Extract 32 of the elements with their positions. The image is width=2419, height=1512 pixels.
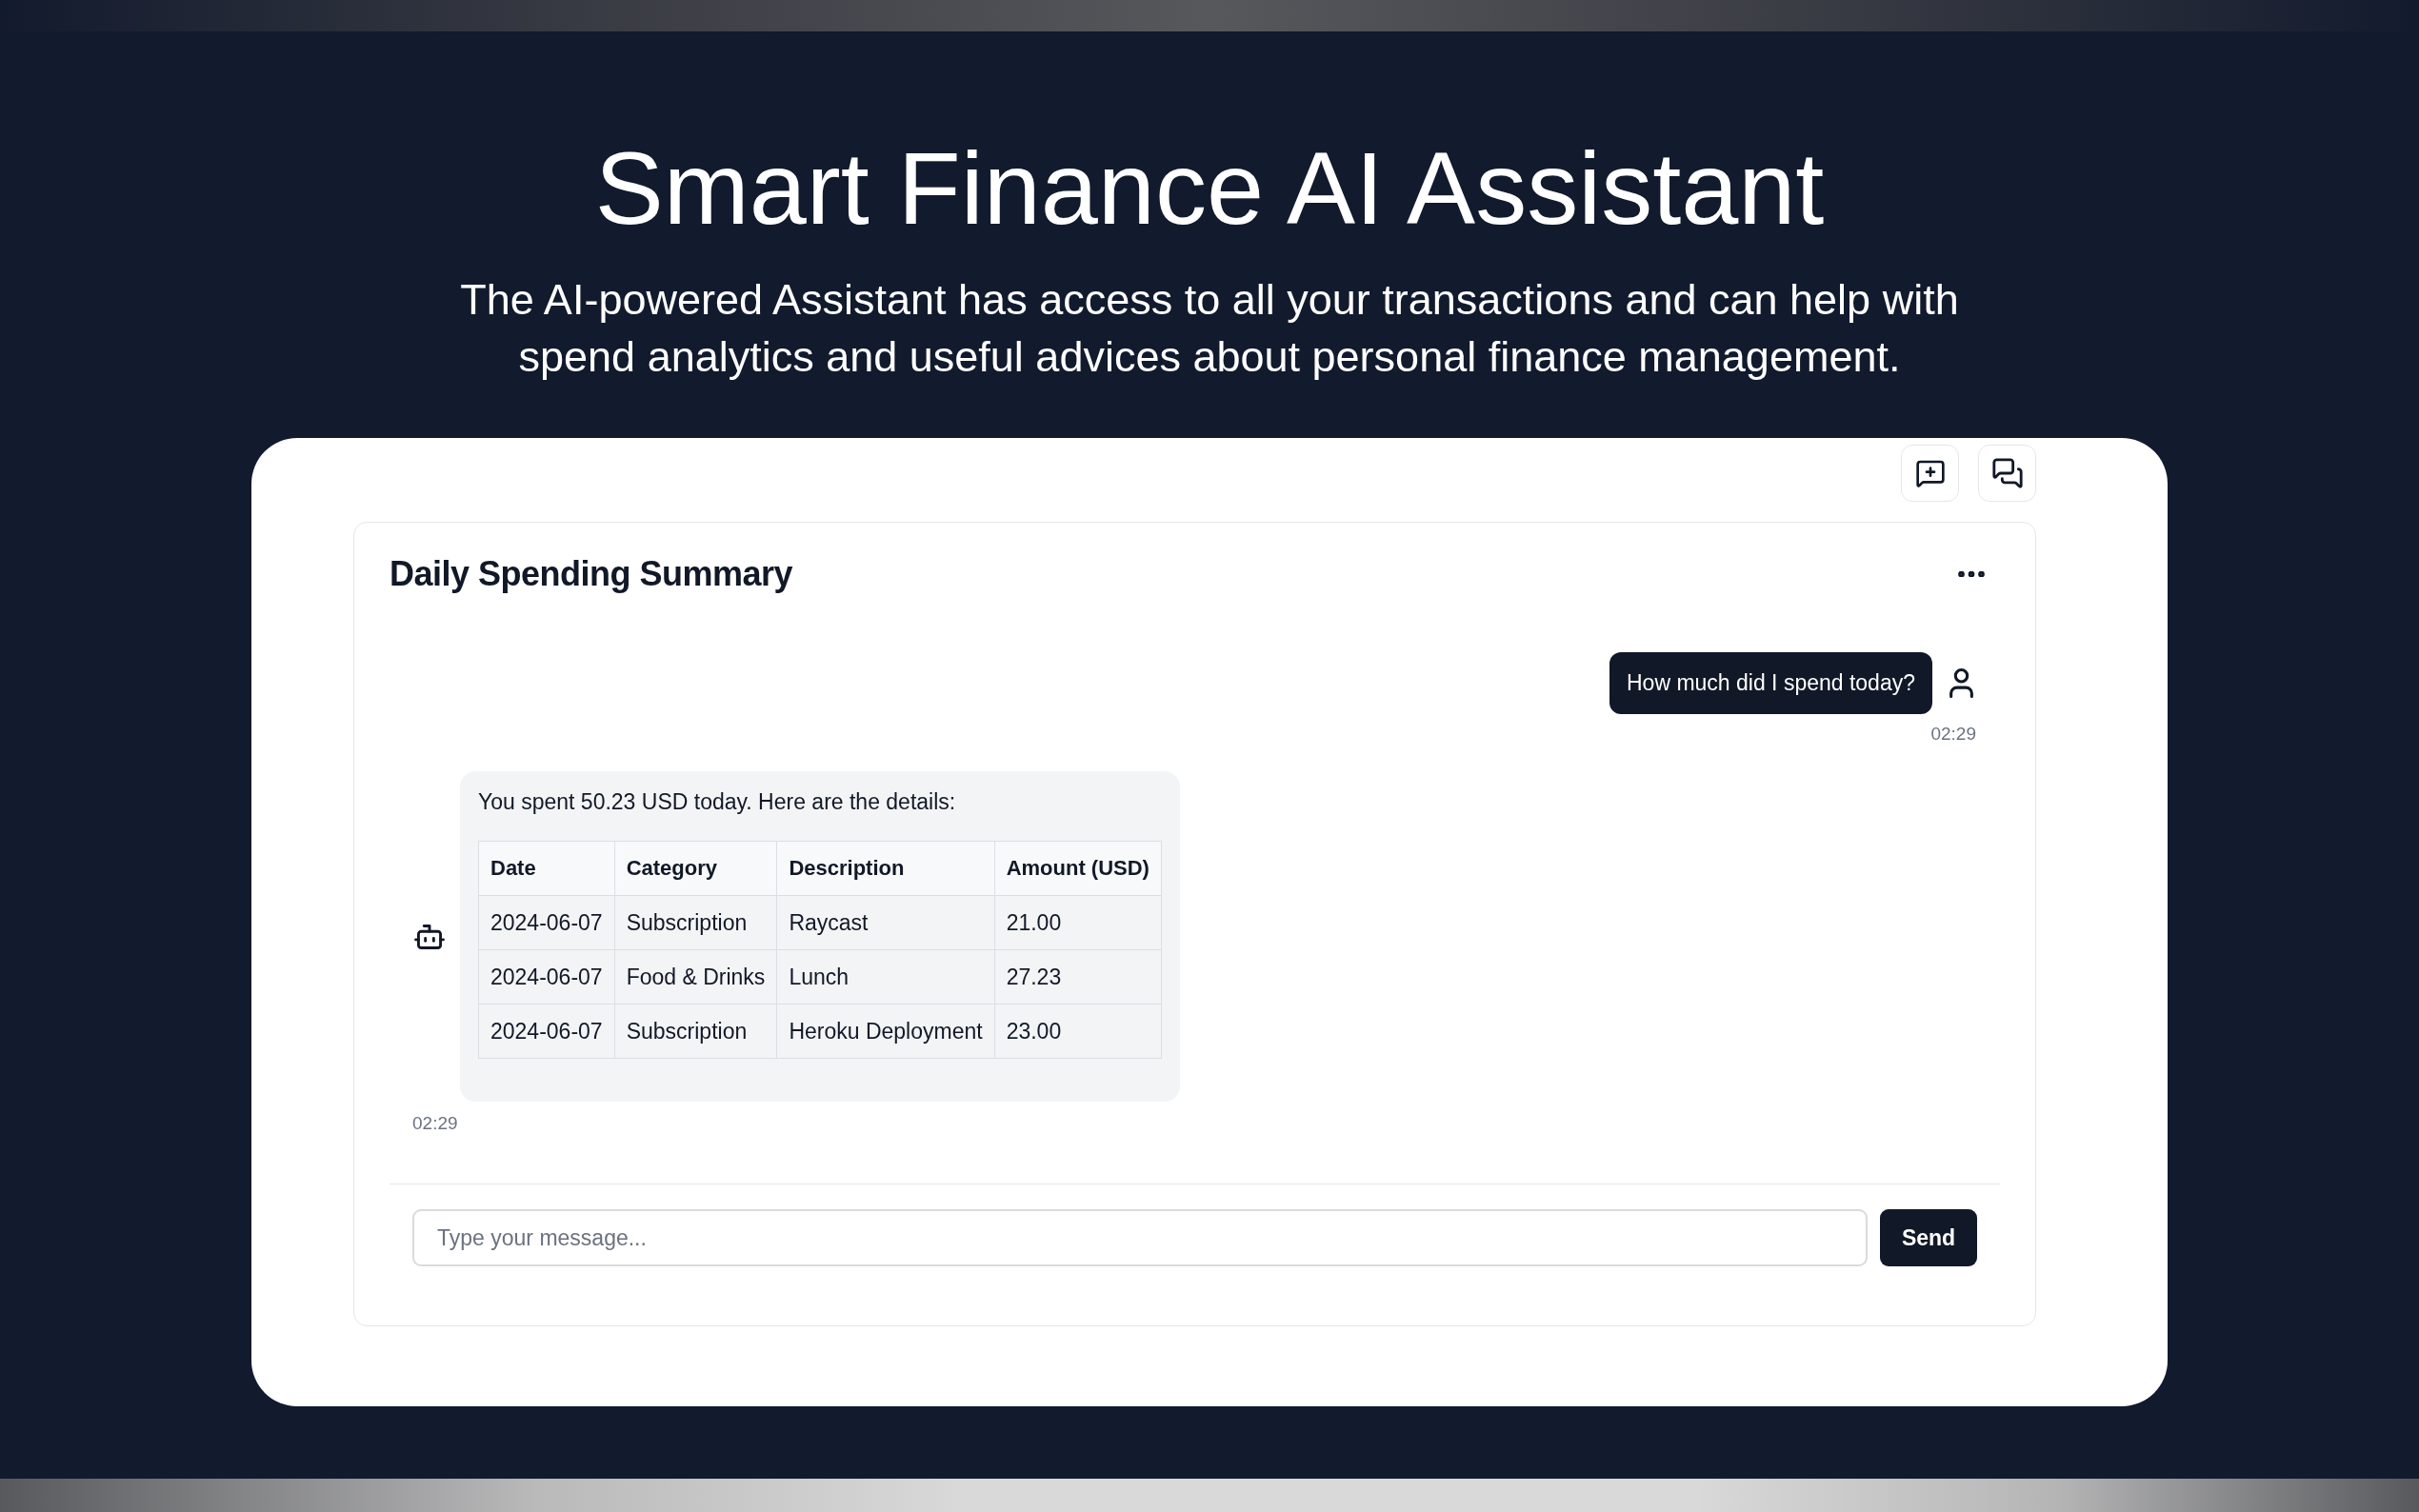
table-cell: 2024-06-07 [478, 949, 615, 1005]
assistant-message-text: You spent 50.23 USD today. Here are the details: [478, 788, 957, 816]
table-cell: Raycast [776, 895, 995, 950]
table-header-cell: Category [614, 841, 777, 896]
robot-icon [414, 924, 445, 949]
message-time: 02:29 [412, 1113, 458, 1134]
table-header-cell: Amount (USD) [994, 841, 1162, 896]
table-cell: Subscription [614, 895, 777, 950]
table-cell: 2024-06-07 [478, 895, 615, 950]
table-cell: Food & Drinks [614, 949, 777, 1005]
message-time: 02:29 [1930, 724, 1976, 745]
user-message-bubble: How much did I spend today? [1609, 652, 1932, 714]
chat-title: Daily Spending Summary [390, 557, 793, 591]
table-cell: 2024-06-07 [478, 1004, 615, 1059]
ellipsis-icon [1958, 571, 1985, 577]
chat-bubbles-icon [1990, 457, 2024, 489]
message-plus-icon [1914, 458, 1946, 488]
user-icon [1949, 668, 1973, 698]
new-chat-button[interactable] [1901, 445, 1959, 502]
table-cell: 23.00 [994, 1004, 1162, 1059]
table-cell: Lunch [776, 949, 995, 1005]
table-header-cell: Description [776, 841, 995, 896]
table-cell: 27.23 [994, 949, 1162, 1005]
table-cell: Subscription [614, 1004, 777, 1059]
table-cell: 21.00 [994, 895, 1162, 950]
chat-history-button[interactable] [1978, 445, 2036, 502]
page-subtitle: The AI-powered Assistant has access to all your transactions and can help with spend analytics and useful advices about personal finance management. [459, 274, 1960, 383]
table-header-cell: Date [478, 841, 615, 896]
send-button[interactable]: Send [1880, 1209, 1977, 1266]
table-cell: Heroku Deployment [776, 1004, 995, 1059]
page-title: Smart Finance AI Assistant [594, 137, 1825, 240]
message-input[interactable]: Type your message... [412, 1209, 1868, 1266]
